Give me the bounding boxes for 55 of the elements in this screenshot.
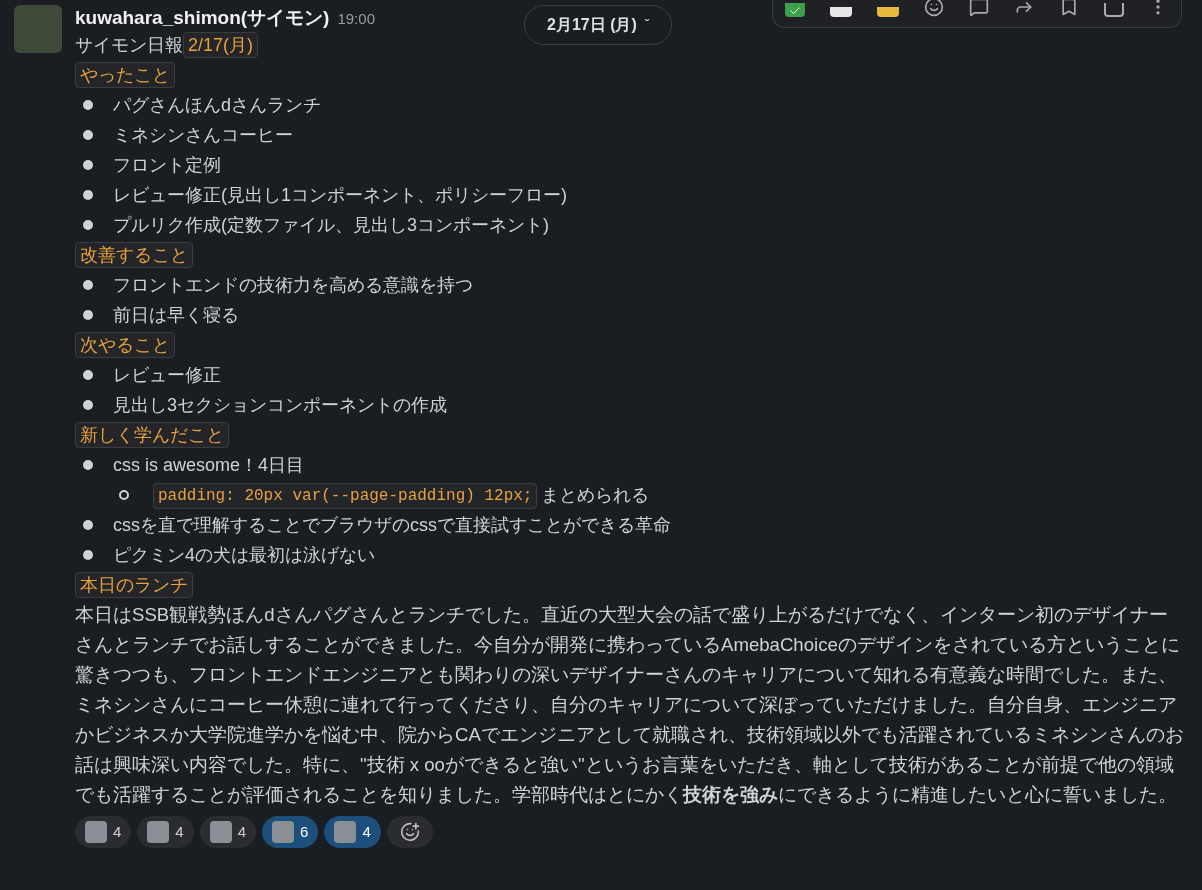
highlighted-label: やったこと [75,62,175,88]
bullet-icon [83,160,93,170]
emoji-image [272,821,295,843]
reaction-button[interactable]: 6 [262,816,319,848]
bullet-icon [83,400,93,410]
list-item-text: まとめられる [541,483,650,507]
date-divider-button[interactable]: 2月17日 (月) ˇ [524,5,673,45]
bullet-icon [83,550,93,560]
list-item-text: cssを直で理解することでブラウザのcssで直接試すことができる革命 [113,513,671,537]
bullet-icon [83,100,93,110]
highlighted-label: 改善すること [75,242,193,268]
list-item-text: ミネシンさんコーヒー [113,123,293,147]
list-item-text: css is awesome！4日目 [113,453,305,477]
list-item-text: ピクミン4の犬は最初は泳げない [113,543,375,567]
add-emoji-icon [399,822,420,842]
reaction-button[interactable]: 4 [199,816,257,848]
bullet-icon [83,460,93,470]
list-item-text: プルリク作成(定数ファイル、見出し3コンポーネント) [113,213,549,237]
emoji-image [334,821,357,843]
timestamp[interactable]: 19:00 [337,8,375,31]
bullet-icon [83,190,93,200]
reaction-button[interactable]: 4 [75,816,132,848]
emoji-icon[interactable] [924,0,945,17]
bullet-icon [119,490,129,500]
reaction-button[interactable]: 4 [324,816,381,848]
bullet-icon [83,370,93,380]
emoji-image [85,821,107,843]
bullet-icon [83,520,93,530]
bullet-icon [83,280,93,290]
list-item-text: 前日は早く寝る [113,303,239,327]
bullet-icon [83,220,93,230]
highlighted-label: padding: 20px var(--page-padding) 12px; [153,483,538,509]
emoji-image [147,821,170,843]
list-item-text: フロント定例 [113,153,221,177]
highlighted-label: 次やること [75,332,175,358]
comment-icon[interactable] [968,0,989,17]
check-icon[interactable] [785,3,806,17]
message-paragraph: 本日はSSB観戦勢ほんdさんパグさんとランチでした。直近の大型大会の話で盛り上がるだけでなく、インターン初のデザイナーさんとランチでお話しすることができました。今自分が開発に携わっているAmebaChoiceのデザインをされている方ということに驚きつつも、フロントエンドエンジニアとも関わりの深いデザイナーさんのキャリアについて知れる有意義な時間でした。また、ミネシンさんにコーヒー休憩に連れて行ってくださり、自分のキャリアについて深ぼっていただけました。自分自身、エンジニアかビジネスか大学院進学かを悩む中、院からCAでエンジニアとして就職され、技術領域以外でも活躍されているミネシンさんのお話は興味深い内容でした。特に、"技術 x ooができると強い"というお言葉をいただき、軸として技術があることが前提で他の領域でも活躍することが評価されることを知りました。学部時代はとにかく技術を強みにできるように精進したいと心に誓いました。 [75,603,1185,807]
bullet-icon [83,130,93,140]
highlighted-label: 新しく学んだこと [75,422,229,448]
bullet-icon [83,310,93,320]
emoji-image[interactable] [830,7,853,17]
add-reaction-button[interactable] [386,816,433,848]
reaction-button[interactable]: 4 [137,816,194,848]
highlighted-label: 本日のランチ [75,572,193,598]
list-item-text: パグさんほんdさんランチ [113,93,321,117]
author-name[interactable]: kuwahara_shimon(サイモン) [75,4,330,33]
list-item-text: レビュー修正 [113,363,221,387]
list-item-text: レビュー修正(見出し1コンポーネント、ポリシーフロー) [113,183,567,207]
message-title: サイモン日報 [75,33,183,57]
list-item-text: 見出し3セクションコンポーネントの作成 [113,393,447,417]
emoji-image[interactable] [877,7,900,17]
list-item-text: フロントエンドの技術力を高める意識を持つ [113,273,473,297]
emoji-image [209,821,232,843]
highlighted-label: 2/17(月) [183,32,259,58]
